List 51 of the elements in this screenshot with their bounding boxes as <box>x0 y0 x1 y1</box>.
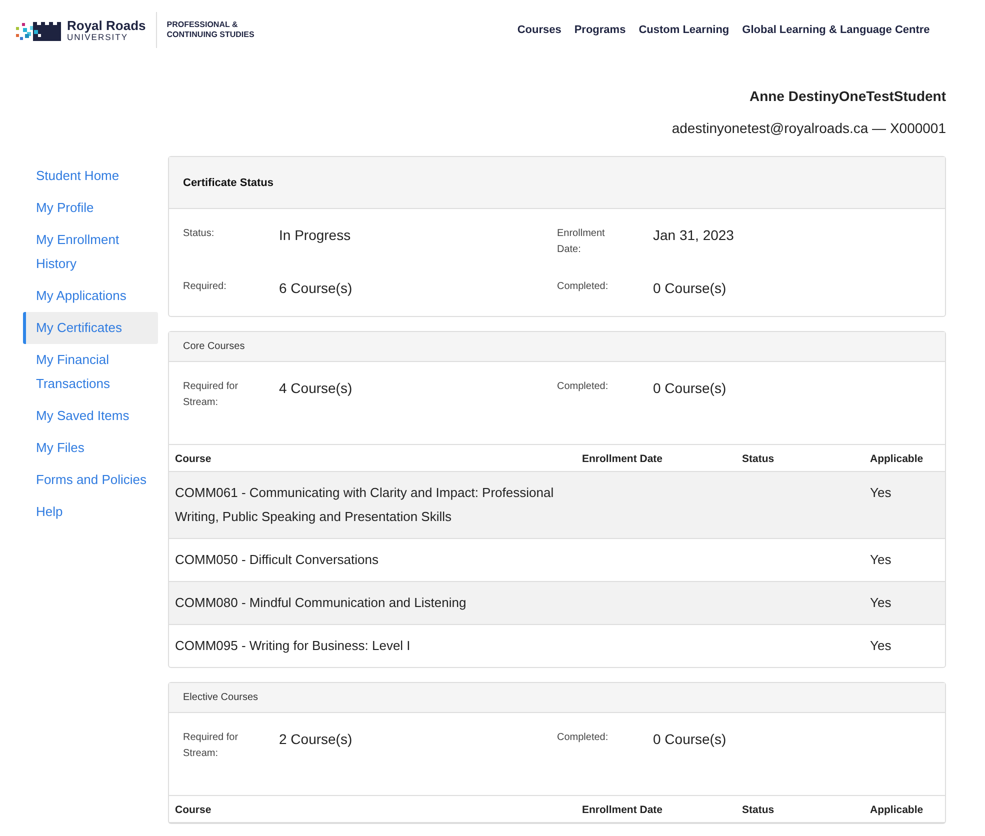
field-label: Completed: <box>557 731 610 745</box>
panel-header: Certificate Status <box>169 157 945 209</box>
applicable-cell: Yes <box>864 624 945 667</box>
user-email: adestinyonetest@royalroads.ca — X000001 <box>672 119 946 138</box>
column-header: Status <box>736 796 864 822</box>
field-label: Completed: <box>557 280 610 294</box>
university-name: Royal Roads <box>67 18 146 32</box>
logo-icon <box>16 19 63 41</box>
field-value: 4 Course(s) <box>279 379 352 398</box>
nav-link[interactable]: Global Learning & Language Centre <box>742 24 930 36</box>
field-label: Required for Stream: <box>183 731 240 761</box>
column-header: Enrollment Date <box>576 796 736 822</box>
field-label: Required for Stream: <box>183 380 240 410</box>
panel-header: Elective Courses <box>169 683 945 713</box>
nav-link[interactable]: Programs <box>574 24 626 36</box>
panel-header: Core Courses <box>169 332 945 362</box>
field-label: Status: <box>183 227 216 241</box>
field-label: Completed: <box>557 380 610 394</box>
column-header: Course <box>169 796 576 822</box>
sidebar-item[interactable]: My Saved Items <box>23 400 158 432</box>
applicable-cell: Yes <box>864 582 945 624</box>
field-value: 0 Course(s) <box>653 379 726 398</box>
sidebar-item[interactable]: My Certificates <box>23 312 158 344</box>
course-cell: COMM061 - Communicating with Clarity and Impact: Professional Writing, Public Speaking and Presentation Skills <box>169 472 576 538</box>
sidebar-item[interactable]: My Applications <box>23 280 158 312</box>
sidebar-item[interactable]: My Profile <box>23 192 158 224</box>
division-name: PROFESSIONAL & <box>166 20 239 30</box>
field-value: 0 Course(s) <box>653 730 726 749</box>
division-name: CONTINUING STUDIES <box>166 30 254 40</box>
nav-link[interactable]: Custom Learning <box>638 24 730 36</box>
field-label: Enrollment Date: <box>557 227 606 257</box>
field-value: 0 Course(s) <box>653 279 726 298</box>
sidebar-item[interactable]: My Files <box>23 432 158 464</box>
sidebar-item[interactable]: Forms and Policies <box>23 464 158 496</box>
sidebar-item[interactable]: My Financial Transactions <box>23 344 158 400</box>
field-value: 2 Course(s) <box>279 730 352 749</box>
field-label: Required: <box>183 280 228 294</box>
field-value: In Progress <box>279 226 351 245</box>
field-value: Jan 31, 2023 <box>653 226 734 245</box>
course-cell: COMM080 - Mindful Communication and Listening <box>169 582 576 624</box>
field-value: 6 Course(s) <box>279 279 352 298</box>
course-cell: COMM095 - Writing for Business: Level I <box>169 624 576 667</box>
column-header: Course <box>169 444 576 472</box>
university-subtitle: UNIVERSITY <box>67 32 130 42</box>
sidebar-item[interactable]: Help <box>23 496 158 528</box>
nav-link[interactable]: Courses <box>517 24 562 36</box>
column-header: Applicable <box>864 796 945 822</box>
user-name: Anne DestinyOneTestStudent <box>749 87 946 106</box>
applicable-cell: Yes <box>864 472 945 538</box>
sidebar-item[interactable]: My Enrollment History <box>23 224 158 280</box>
sidebar-item[interactable]: Student Home <box>23 160 158 192</box>
